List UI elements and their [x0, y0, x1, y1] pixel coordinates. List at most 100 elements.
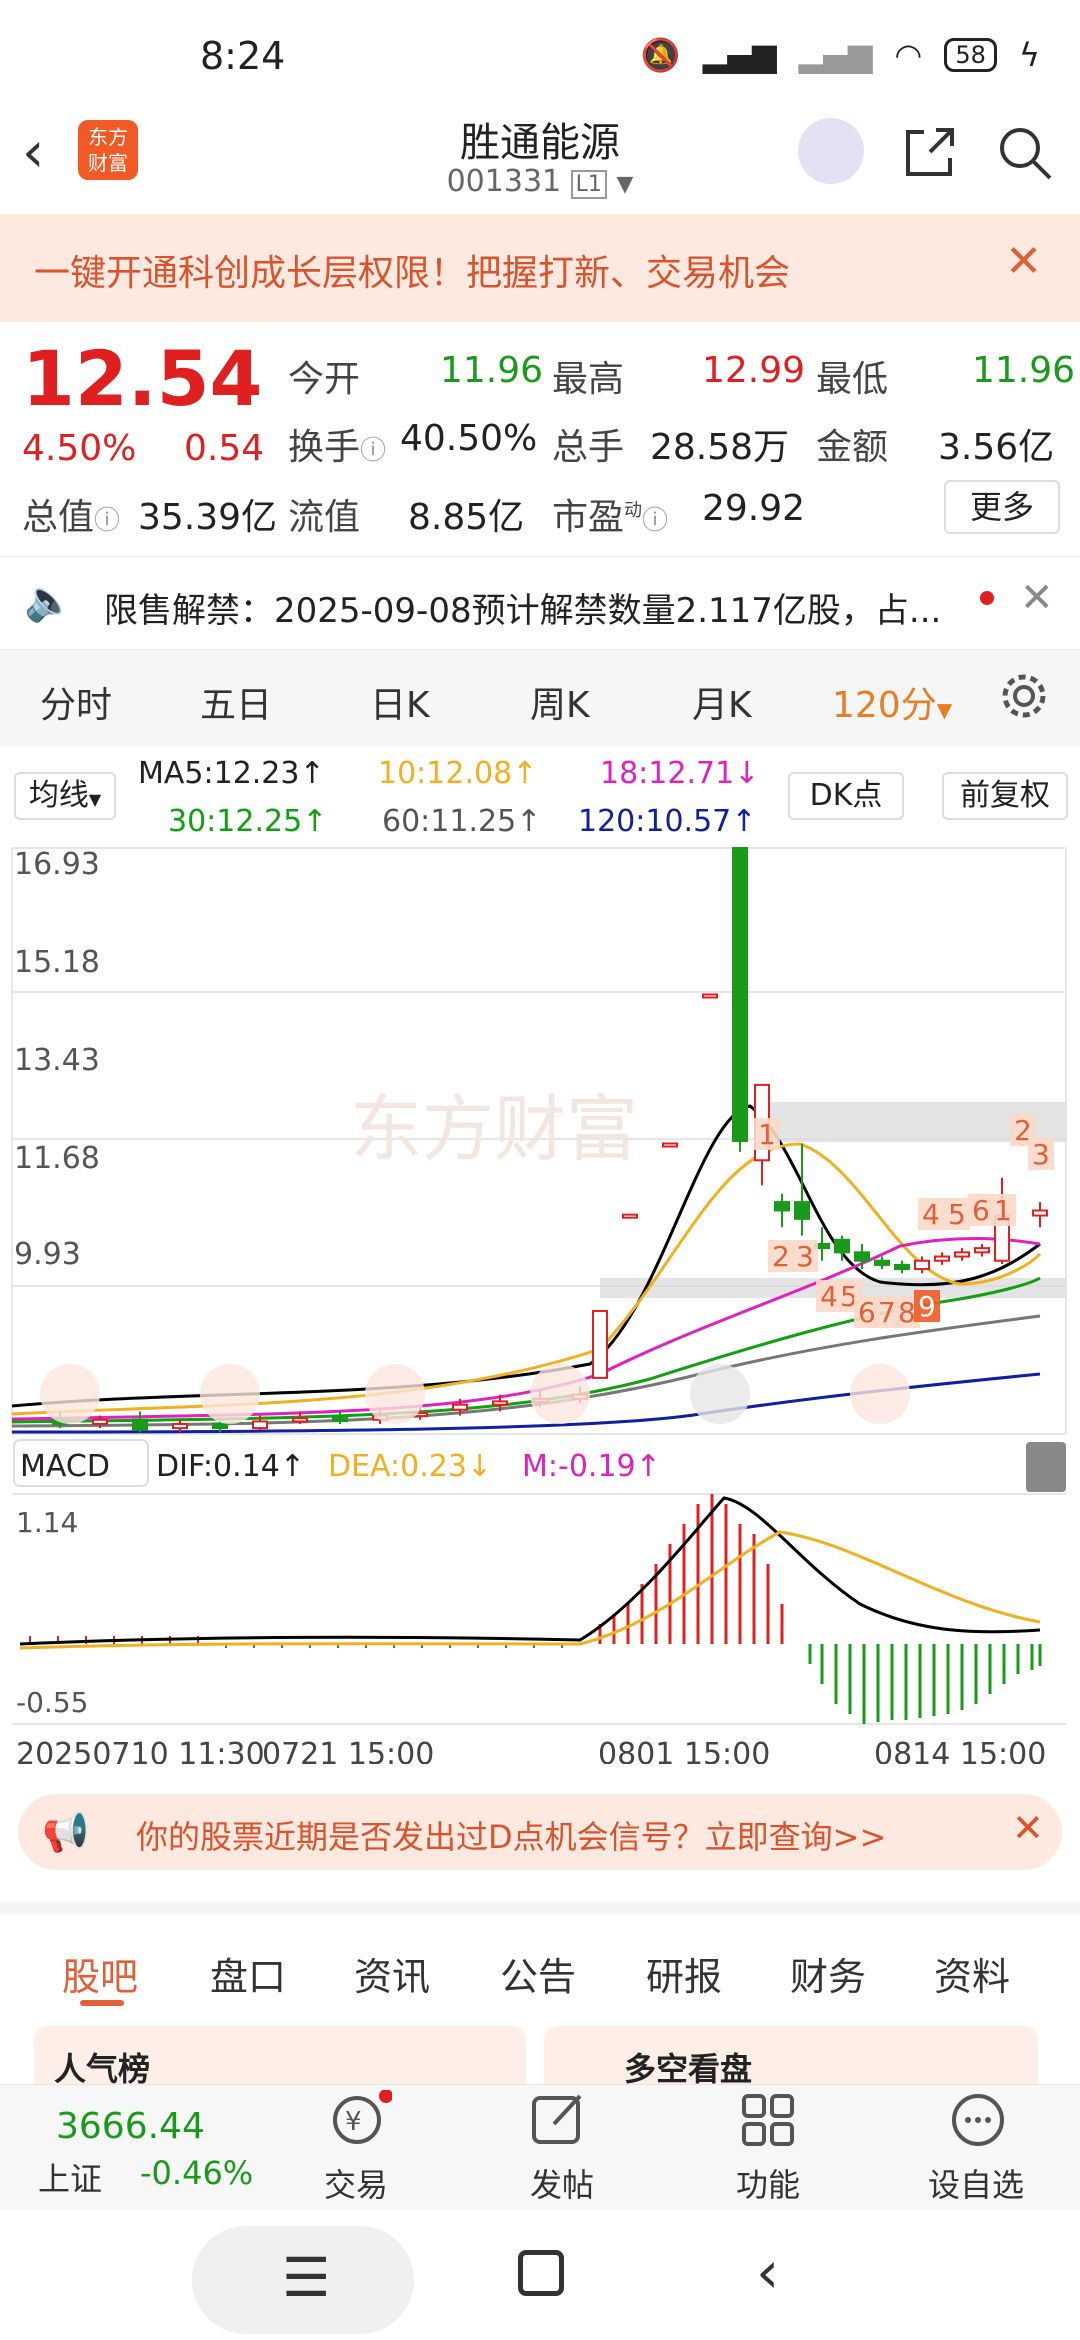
info-icon[interactable]: ⓘ — [94, 506, 120, 536]
x-tick-1: 0721 15:00 — [262, 1737, 434, 1764]
candle-body — [732, 847, 748, 1142]
next-icon[interactable] — [690, 1364, 750, 1424]
function-icon[interactable] — [738, 2090, 798, 2154]
ma-selector[interactable]: 均线▼ — [14, 772, 116, 820]
amount-label: 金额 — [816, 427, 889, 468]
tab-forum[interactable]: 股吧 — [62, 1946, 138, 2001]
close-icon[interactable]: ✕ — [1012, 1806, 1044, 1850]
tab-daily[interactable]: 日K — [370, 676, 430, 728]
ma120-value: 120:10.57↑ — [578, 804, 757, 839]
dk-promo[interactable]: 📢 你的股票近期是否发出过D点机会信号？立即查询>> ✕ — [18, 1794, 1062, 1870]
kline-chart[interactable]: 东方财富 16.9315.1813.4311.689.93 1 234 5 6 12 34… — [0, 844, 1080, 1764]
back-nav-icon[interactable]: ‹ — [756, 2238, 779, 2306]
y-tick-label: 15.18 — [14, 945, 100, 980]
change-pct: 4.50% — [22, 428, 137, 469]
nav-watchlist[interactable]: 设自选 — [906, 2160, 1046, 2206]
candle-body — [914, 1259, 930, 1271]
wifi-icon: ◠ — [894, 36, 923, 74]
dk-point-button[interactable]: DK点 — [788, 772, 904, 820]
nav-function[interactable]: 功能 — [698, 2160, 838, 2206]
speaker-icon: 🔈 — [24, 578, 74, 624]
volume-label: 总手 — [552, 427, 625, 468]
x-tick-0: 20250710 11:30 — [16, 1737, 265, 1764]
nav-post[interactable]: 发帖 — [492, 2160, 632, 2206]
lockup-notice[interactable]: 🔈 限售解禁：2025-09-08预计解禁数量2.117亿股，占... ✕ — [0, 556, 1080, 650]
fullscreen-icon[interactable] — [850, 1364, 910, 1424]
info-icon[interactable]: ⓘ — [642, 506, 668, 536]
tab-finance[interactable]: 财务 — [790, 1946, 866, 2001]
zoom-out-icon[interactable] — [200, 1364, 260, 1424]
info-icon[interactable]: ⓘ — [360, 436, 386, 466]
change-value: 0.54 — [184, 428, 265, 469]
tab-monthly[interactable]: 月K — [692, 676, 752, 728]
status-icons: 🔕 ▂▄▆ ▂▄▆ ◠ 58 ϟ — [641, 36, 1040, 74]
trade-icon[interactable]: ¥ — [322, 2089, 393, 2150]
tab-news[interactable]: 资讯 — [354, 1946, 430, 2001]
divider — [0, 1902, 1080, 1914]
collapse-panel-icon[interactable] — [1026, 1442, 1066, 1492]
more-button[interactable]: 更多 — [944, 480, 1060, 534]
settings-gear-icon[interactable] — [998, 670, 1050, 722]
status-time: 8:24 — [200, 34, 286, 78]
ma5-value: MA5:12.23↑ — [138, 756, 325, 791]
promo-banner[interactable]: 一键开通科创成长层权限！把握打新、交易机会 ✕ — [0, 214, 1080, 322]
caret-down-icon: ▼ — [936, 698, 953, 722]
watchlist-icon[interactable] — [948, 2090, 1008, 2154]
nav-trade[interactable]: 交易 — [286, 2160, 426, 2206]
candle-body — [702, 993, 718, 999]
home-icon[interactable] — [518, 2250, 564, 2296]
close-icon[interactable]: ✕ — [1020, 575, 1054, 621]
share-icon[interactable] — [902, 124, 958, 180]
tab-profile[interactable]: 资料 — [934, 1946, 1010, 2001]
promo-text: 你的股票近期是否发出过D点机会信号？立即查询>> — [136, 1818, 887, 1856]
index-value[interactable]: 3666.44 — [56, 2106, 205, 2147]
dk-marker: 6 — [972, 1194, 990, 1227]
tab-announcements[interactable]: 公告 — [500, 1946, 576, 2001]
mute-bell-icon: 🔕 — [640, 36, 681, 74]
tab-120min[interactable]: 120分▼ — [832, 676, 952, 728]
pe-value: 29.92 — [702, 488, 806, 529]
dk-marker: 8 — [898, 1296, 916, 1329]
tab-market[interactable]: 盘口 — [210, 1946, 286, 2001]
candle-body — [1032, 1209, 1048, 1217]
ma60-value: 60:11.25↑ — [382, 804, 542, 839]
amount-value: 3.56亿 — [938, 427, 1055, 468]
dk-marker: 3 — [1032, 1138, 1050, 1171]
dk-marker: 6 — [858, 1296, 876, 1329]
mktcap-label: 总值ⓘ — [22, 488, 120, 540]
tab-indicator — [80, 2000, 124, 2006]
tab-weekly[interactable]: 周K — [530, 676, 590, 728]
float-value: 8.85亿 — [408, 497, 525, 538]
candle-body — [212, 1422, 228, 1430]
candle-body — [92, 1418, 108, 1425]
turnover-value: 40.50% — [400, 418, 538, 459]
index-name: 上证 — [38, 2160, 103, 2198]
pe-label: 市盈动ⓘ — [552, 488, 668, 540]
tab-5day[interactable]: 五日 — [200, 676, 272, 728]
post-icon[interactable] — [528, 2090, 592, 2154]
assistant-avatar[interactable] — [798, 118, 864, 184]
search-icon[interactable] — [996, 124, 1054, 182]
macd-dea-line — [19, 1530, 1041, 1650]
turnover-label-text: 换手 — [288, 427, 361, 468]
high-value: 12.99 — [702, 350, 806, 391]
scroll-left-icon[interactable] — [40, 1364, 100, 1424]
tab-intraday[interactable]: 分时 — [40, 676, 112, 728]
card-bull-bear[interactable]: 多空看盘 — [544, 2026, 1038, 2086]
macd-ymax: 1.14 — [16, 1506, 78, 1539]
tab-120min-label: 120分 — [832, 685, 937, 726]
pe-sup: 动 — [624, 500, 643, 521]
prev-icon[interactable] — [530, 1364, 590, 1424]
zoom-in-icon[interactable] — [365, 1364, 425, 1424]
mktcap-value: 35.39亿 — [138, 497, 278, 538]
close-icon[interactable]: ✕ — [1005, 236, 1042, 287]
price-adjust-button[interactable]: 前复权 — [942, 772, 1068, 820]
ma10-value: 10:12.08↑ — [378, 756, 538, 791]
candle-body — [132, 1418, 148, 1431]
candle-body — [332, 1417, 348, 1423]
last-price: 12.54 — [22, 334, 263, 423]
open-value: 11.96 — [440, 350, 544, 391]
card-popularity[interactable]: 人气榜 — [34, 2026, 526, 2086]
tab-research[interactable]: 研报 — [646, 1946, 722, 2001]
candle-body — [934, 1255, 950, 1262]
